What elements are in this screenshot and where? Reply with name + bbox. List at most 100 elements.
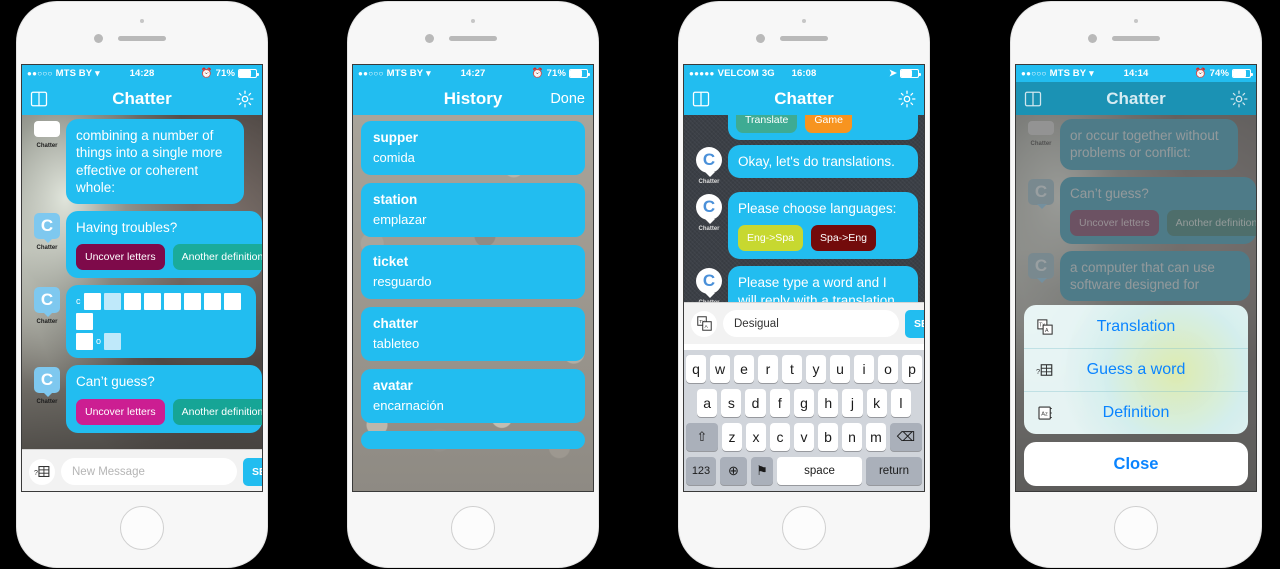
chat-bubble-word-puzzle[interactable]: c o — [66, 285, 256, 359]
bubble-actions: Uncover letters Another definition — [76, 398, 262, 425]
key-y[interactable]: y — [806, 355, 826, 383]
letter-tile[interactable] — [103, 293, 121, 311]
globe-icon[interactable]: ⊕ — [720, 457, 747, 485]
key-p[interactable]: p — [902, 355, 922, 383]
chat-body: Chatter combining a number of things int… — [22, 115, 262, 491]
list-item[interactable] — [361, 431, 585, 449]
action-translation[interactable]: Tx A Translation — [1024, 305, 1248, 348]
key-x[interactable]: x — [746, 423, 766, 451]
chat-scroll[interactable]: Chatter combining a number of things int… — [22, 115, 262, 433]
key-o[interactable]: o — [878, 355, 898, 383]
guess-word-icon[interactable]: ? — [29, 458, 55, 485]
home-button[interactable] — [782, 506, 826, 550]
key-t[interactable]: t — [782, 355, 802, 383]
key-l[interactable]: l — [890, 389, 911, 417]
page-title: Chatter — [1106, 88, 1166, 108]
key-r[interactable]: r — [758, 355, 778, 383]
list-item[interactable]: supper comida — [361, 121, 585, 175]
another-definition-button[interactable]: Another definition — [172, 244, 262, 271]
numbers-key[interactable]: 123 — [686, 457, 716, 485]
action-guess-a-word[interactable]: ? Guess a word — [1024, 348, 1248, 391]
gear-icon[interactable] — [898, 89, 916, 108]
key-w[interactable]: w — [710, 355, 730, 383]
history-list[interactable]: supper comida station emplazar ticket re… — [353, 115, 593, 491]
key-v[interactable]: v — [794, 423, 814, 451]
letter-tile[interactable] — [143, 293, 161, 311]
home-button[interactable] — [120, 506, 164, 550]
proximity-sensor-icon — [425, 34, 434, 43]
return-key[interactable]: return — [866, 457, 922, 485]
action-definition[interactable]: Az Definition — [1024, 391, 1248, 434]
clock-label: 14:14 — [1123, 68, 1149, 79]
home-button[interactable] — [1114, 506, 1158, 550]
key-g[interactable]: g — [793, 389, 815, 417]
battery-percent-label: 74% — [1209, 68, 1229, 79]
list-item[interactable]: avatar encarnación — [361, 369, 585, 423]
chat-body: Chatter or occur together without proble… — [1016, 115, 1256, 491]
key-s[interactable]: s — [721, 389, 742, 417]
list-item[interactable]: ticket resguardo — [361, 245, 585, 299]
letter-tile[interactable] — [123, 293, 141, 311]
microphone-icon[interactable]: ⚑ — [751, 457, 773, 485]
bubble-text: Having troubles? — [76, 220, 178, 236]
network-type-label: 3G — [761, 68, 775, 79]
key-m[interactable]: m — [866, 423, 886, 451]
history-translation: emplazar — [373, 212, 427, 227]
nav-bar: Chatter — [1016, 82, 1256, 115]
front-camera-icon — [802, 19, 806, 23]
send-button[interactable]: SEND — [905, 309, 924, 338]
chat-scroll[interactable]: Translate Game C Chatter Okay, let's do … — [684, 115, 924, 302]
letter-tile[interactable] — [203, 293, 221, 311]
space-key[interactable]: space — [777, 457, 862, 485]
translation-icon[interactable]: Tx A — [691, 310, 717, 337]
key-h[interactable]: h — [818, 389, 839, 417]
search-input[interactable] — [61, 458, 237, 485]
translate-button[interactable]: Translate — [736, 115, 798, 133]
letter-tile[interactable] — [104, 333, 122, 351]
gear-icon[interactable] — [1230, 89, 1248, 108]
key-n[interactable]: n — [842, 423, 862, 451]
game-button[interactable]: Game — [805, 115, 852, 133]
letter-tile[interactable] — [223, 293, 241, 311]
done-button[interactable]: Done — [550, 91, 585, 107]
on-screen-keyboard[interactable]: q w e r t y u i o p a s d f g h j k l ⇧ … — [684, 350, 924, 491]
letter-tile[interactable] — [163, 293, 181, 311]
uncover-letters-button[interactable]: Uncover letters — [76, 398, 165, 425]
key-z[interactable]: z — [722, 423, 742, 451]
delete-key[interactable]: ⌫ — [890, 423, 922, 451]
translation-input[interactable] — [723, 310, 899, 337]
letter-tile[interactable] — [76, 313, 93, 331]
book-icon[interactable] — [30, 90, 48, 108]
letter-tile[interactable] — [83, 293, 101, 311]
close-button[interactable]: Close — [1024, 442, 1248, 486]
key-k[interactable]: k — [866, 389, 887, 417]
list-item[interactable]: chatter tableteo — [361, 307, 585, 361]
message-row: C Chatter Having troubles? Uncover lette… — [28, 211, 262, 279]
key-e[interactable]: e — [734, 355, 754, 383]
key-c[interactable]: c — [770, 423, 790, 451]
key-i[interactable]: i — [854, 355, 874, 383]
key-f[interactable]: f — [769, 389, 790, 417]
key-j[interactable]: j — [842, 389, 863, 417]
uncover-letters-button[interactable]: Uncover letters — [76, 244, 165, 271]
letter-tile[interactable] — [76, 333, 93, 351]
letter-tile[interactable] — [183, 293, 201, 311]
key-q[interactable]: q — [686, 355, 706, 383]
list-item[interactable]: station emplazar — [361, 183, 585, 237]
another-definition-button[interactable]: Another definition — [172, 398, 262, 425]
send-button[interactable]: SEND — [243, 457, 262, 486]
avatar — [34, 121, 60, 137]
key-u[interactable]: u — [830, 355, 850, 383]
key-b[interactable]: b — [818, 423, 838, 451]
eng-to-spa-button[interactable]: Eng->Spa — [738, 225, 803, 252]
book-icon[interactable] — [1024, 90, 1042, 108]
gear-icon[interactable] — [236, 89, 254, 108]
avatar: C — [696, 147, 722, 177]
nav-bar: Chatter — [22, 82, 262, 115]
shift-key[interactable]: ⇧ — [686, 423, 718, 451]
spa-to-eng-button[interactable]: Spa->Eng — [811, 225, 876, 252]
home-button[interactable] — [451, 506, 495, 550]
book-icon[interactable] — [692, 90, 710, 108]
key-a[interactable]: a — [697, 389, 718, 417]
key-d[interactable]: d — [745, 389, 766, 417]
